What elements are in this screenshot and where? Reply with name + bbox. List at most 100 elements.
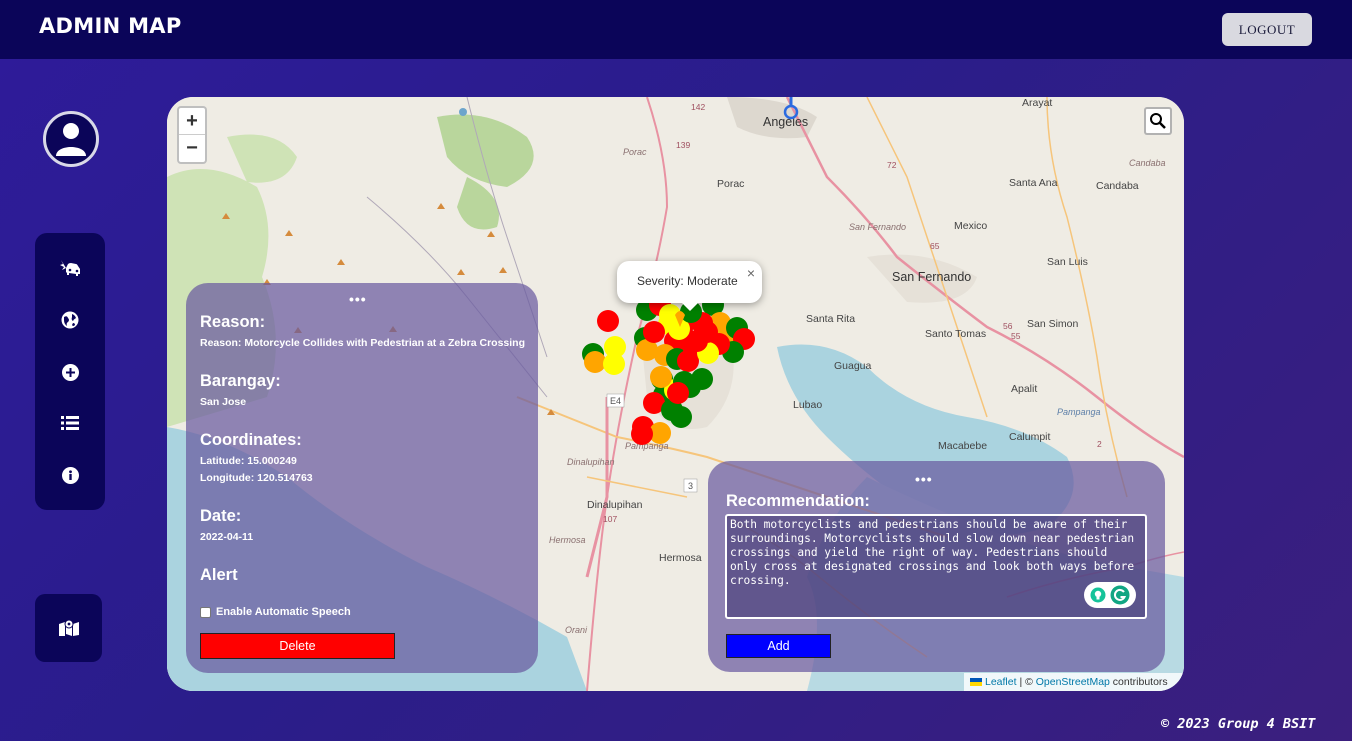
incident-marker[interactable] — [667, 382, 689, 404]
incident-marker[interactable] — [584, 351, 606, 373]
grammar-assistant[interactable] — [1084, 582, 1136, 608]
severity-popup-text: Severity: Moderate — [637, 274, 738, 288]
top-bar: ADMIN MAP LOGOUT — [0, 0, 1352, 59]
map-label-apalit: Apalit — [1011, 383, 1037, 395]
road-label-3: 3 — [688, 481, 693, 491]
sidebar-item-info[interactable] — [58, 463, 82, 487]
sidebar — [35, 233, 105, 510]
map-label-mexico: Mexico — [954, 220, 987, 232]
map-search-button[interactable] — [1144, 107, 1172, 135]
avatar[interactable] — [43, 111, 99, 167]
zoom-in-button[interactable]: + — [179, 108, 205, 135]
road-label-139: 139 — [676, 140, 690, 150]
incident-marker[interactable] — [603, 353, 625, 375]
longitude-value: Longitude: 120.514763 — [200, 472, 313, 484]
incident-marker[interactable] — [643, 321, 665, 343]
alert-title: Alert — [200, 566, 238, 584]
severity-popup: Severity: Moderate × — [617, 261, 762, 311]
user-icon — [56, 123, 86, 156]
footer-text: © 2023 Group 4 BSIT — [1161, 716, 1316, 732]
map-label-san-simon: San Simon — [1027, 318, 1079, 330]
map-label-san-fernando: San Fernando — [892, 270, 971, 284]
road-label-56: 56 — [1003, 321, 1013, 331]
sidebar-item-add[interactable] — [58, 360, 82, 384]
lightbulb-icon — [1090, 587, 1106, 603]
map-label-hermosa: Hermosa — [659, 552, 702, 564]
add-button[interactable]: Add — [726, 634, 831, 658]
date-title: Date: — [200, 507, 242, 525]
incident-marker[interactable] — [691, 368, 713, 390]
map-label-santa-ana: Santa Ana — [1009, 177, 1058, 189]
date-value: 2022-04-11 — [200, 531, 254, 543]
leaflet-link[interactable]: Leaflet — [985, 676, 1017, 688]
map-label-porac-small: Porac — [623, 147, 647, 157]
incident-details-panel: ••• Reason: Reason: Motorcycle Collides … — [186, 283, 538, 673]
map-label-macabebe: Macabebe — [938, 440, 987, 452]
logout-button[interactable]: LOGOUT — [1222, 13, 1312, 46]
delete-button[interactable]: Delete — [200, 633, 395, 659]
map-label-hermosa-small: Hermosa — [549, 535, 586, 545]
incident-marker[interactable] — [631, 423, 653, 445]
sidebar-item-list[interactable] — [58, 411, 82, 435]
attribution-separator: | © — [1016, 676, 1036, 688]
grammarly-icon — [1110, 585, 1130, 605]
map-label-guagua: Guagua — [834, 360, 872, 372]
barangay-value: San Jose — [200, 396, 247, 408]
recommendation-panel: ••• Recommendation: Both motorcyclists a… — [708, 461, 1165, 672]
map-label-san-fernando-small: San Fernando — [849, 222, 906, 232]
speech-option: Enable Automatic Speech — [200, 606, 351, 618]
map-label-dinalupihan-small: Dinalupihan — [567, 457, 615, 467]
road-label-72: 72 — [887, 160, 897, 170]
road-label-65: 65 — [930, 241, 940, 251]
road-label-107: 107 — [603, 514, 617, 524]
reason-value: Reason: Motorcycle Collides with Pedestr… — [200, 337, 525, 349]
search-icon — [1150, 113, 1166, 129]
ukraine-flag-icon — [970, 678, 982, 687]
map-label-calumpit: Calumpit — [1009, 431, 1051, 443]
panel-drag-handle[interactable]: ••• — [915, 472, 933, 486]
map-icon — [58, 619, 79, 636]
page-title: ADMIN MAP — [39, 14, 182, 38]
sidebar-item-accidents[interactable] — [58, 256, 82, 280]
recommendation-title: Recommendation: — [726, 492, 870, 510]
map-label-arayat: Arayat — [1022, 97, 1052, 109]
road-label-e4: E4 — [610, 396, 621, 406]
sidebar-item-map[interactable] — [35, 594, 102, 662]
sidebar-item-globe[interactable] — [58, 308, 82, 332]
plus-circle-icon — [61, 363, 79, 381]
road-label-142: 142 — [691, 102, 705, 112]
speech-checkbox[interactable] — [200, 606, 211, 618]
map-label-san-luis: San Luis — [1047, 256, 1088, 268]
barangay-title: Barangay: — [200, 372, 281, 390]
incident-marker[interactable] — [670, 406, 692, 428]
info-icon — [61, 466, 79, 484]
osm-link[interactable]: OpenStreetMap — [1036, 676, 1110, 688]
incident-marker[interactable] — [650, 366, 672, 388]
popup-tip — [680, 301, 700, 311]
map-label-candaba: Candaba — [1096, 180, 1139, 192]
map-attribution: Leaflet | © OpenStreetMap contributors — [964, 673, 1184, 691]
speech-label: Enable Automatic Speech — [216, 606, 351, 618]
popup-close-button[interactable]: × — [747, 265, 755, 281]
panel-drag-handle[interactable]: ••• — [349, 292, 367, 306]
zoom-out-button[interactable]: − — [179, 135, 205, 162]
recommendation-textarea[interactable]: Both motorcyclists and pedestrians shoul… — [725, 514, 1147, 619]
map-label-dinalupihan: Dinalupihan — [587, 499, 643, 511]
attribution-suffix: contributors — [1109, 676, 1168, 688]
map-label-angeles: Angeles — [763, 115, 808, 129]
incident-marker[interactable] — [696, 321, 718, 343]
map-label-pampanga-river: Pampanga — [1057, 407, 1101, 417]
zoom-control: + − — [177, 106, 207, 164]
car-crash-icon — [60, 260, 80, 276]
map-label-orani: Orani — [565, 625, 588, 635]
list-icon — [61, 416, 79, 430]
map-label-santo-tomas: Santo Tomas — [925, 328, 986, 340]
road-label-2: 2 — [1097, 439, 1102, 449]
road-label-55: 55 — [1011, 331, 1021, 341]
map-label-santa-rita: Santa Rita — [806, 313, 855, 325]
incident-marker[interactable] — [597, 310, 619, 332]
latitude-value: Latitude: 15.000249 — [200, 455, 297, 467]
map-label-porac: Porac — [717, 178, 744, 190]
coordinates-title: Coordinates: — [200, 431, 302, 449]
map-label-lubao: Lubao — [793, 399, 822, 411]
